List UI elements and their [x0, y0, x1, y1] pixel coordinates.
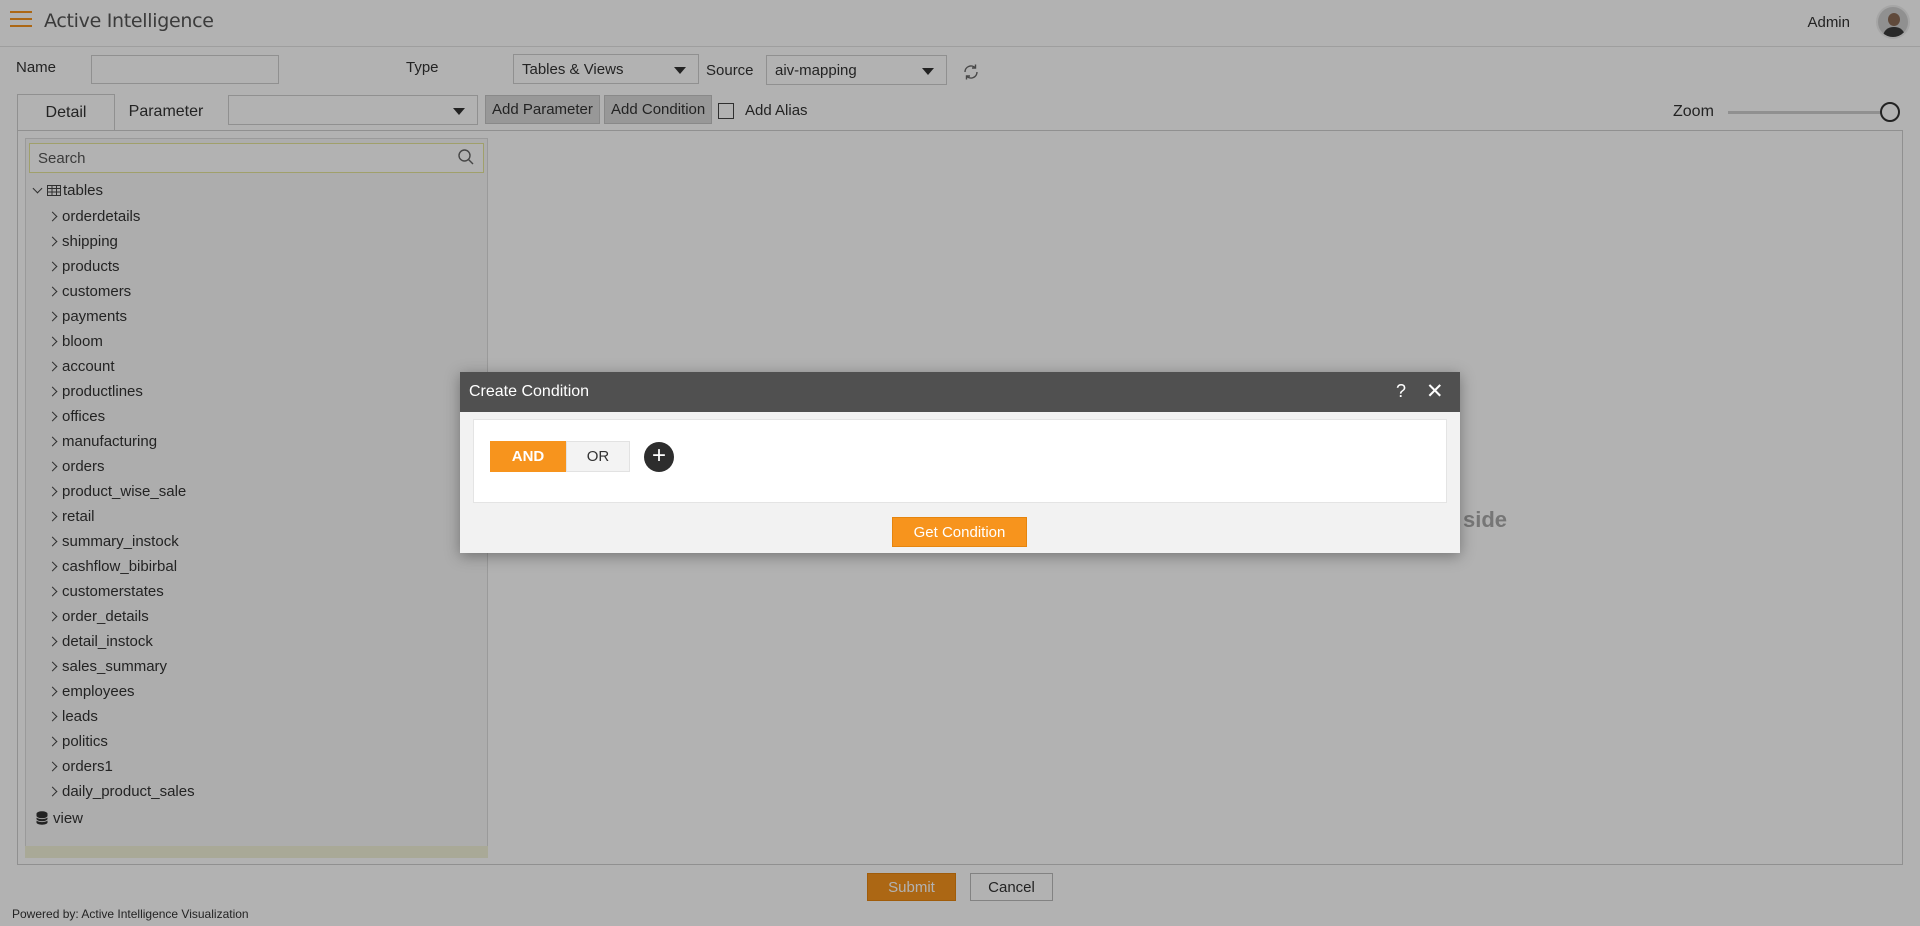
and-toggle[interactable]: AND	[490, 441, 566, 472]
get-condition-button[interactable]: Get Condition	[892, 517, 1027, 547]
condition-builder: AND OR +	[473, 419, 1447, 503]
help-icon[interactable]: ?	[1396, 381, 1406, 402]
create-condition-dialog: Create Condition ? ✕ AND OR + Get Condit…	[460, 372, 1460, 553]
or-toggle[interactable]: OR	[566, 441, 630, 472]
add-rule-icon[interactable]: +	[644, 442, 674, 472]
dialog-header: Create Condition ? ✕	[460, 372, 1460, 412]
close-icon[interactable]: ✕	[1426, 379, 1444, 404]
dialog-title: Create Condition	[469, 383, 590, 400]
